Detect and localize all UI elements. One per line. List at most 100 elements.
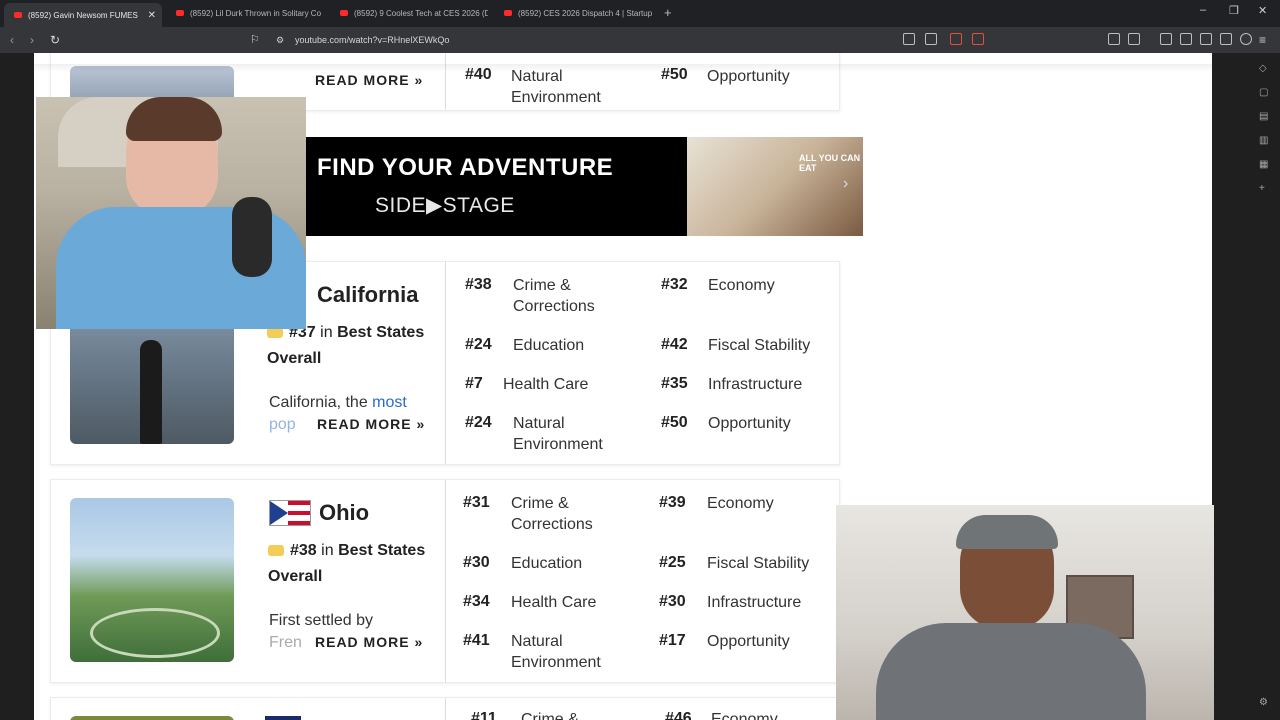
stat-label: Fiscal Stability (708, 337, 811, 354)
tab-group-icon[interactable] (1200, 33, 1212, 45)
sidebar-add-icon[interactable]: + (1259, 183, 1265, 194)
wallet-icon[interactable] (1128, 33, 1140, 45)
sidebar-notes-icon[interactable]: ▥ (1259, 135, 1268, 146)
sidebar-reader-icon[interactable]: ▤ (1259, 111, 1268, 122)
person-silhouette (140, 340, 162, 444)
rank-in: in (320, 324, 333, 341)
stat-label: Crime & Corrections (511, 495, 593, 533)
vpn-icon[interactable] (1240, 33, 1252, 45)
divider (445, 54, 446, 110)
stat-rank: #30 (463, 554, 490, 571)
stat-label: Opportunity (707, 633, 790, 650)
medal-icon (268, 545, 284, 557)
stat-label: Crime & (521, 711, 579, 720)
ad-photo-caption: ALL YOU CAN EAT (799, 153, 861, 173)
extension-icon[interactable] (950, 33, 962, 45)
back-icon[interactable]: ‹ (10, 33, 14, 47)
blurb-fade: Fren (269, 634, 302, 651)
sidebar-tool-icon[interactable]: ◇ (1259, 63, 1267, 74)
stat-rank: #32 (661, 276, 688, 293)
read-more-link[interactable]: READ MORE » (313, 416, 426, 432)
state-photo (70, 716, 234, 720)
stat-label: Fiscal Stability (707, 555, 810, 572)
stat-label: Natural Environment (511, 68, 601, 106)
ai-icon[interactable] (1220, 33, 1232, 45)
ohio-photo (70, 498, 234, 662)
stat-rank: #7 (465, 375, 483, 392)
stat-rank: #50 (661, 414, 688, 431)
ad-banner[interactable]: FIND YOUR ADVENTURE SIDE▶STAGE ALL YOU C… (235, 137, 863, 236)
youtube-icon (14, 12, 22, 18)
stat-rank: #11 (471, 710, 497, 720)
read-more-link[interactable]: READ MORE » (311, 634, 424, 650)
url-field[interactable]: youtube.com/watch?v=RHnelXEWkQo (295, 35, 449, 45)
bookmark-icon[interactable]: ⚐ (250, 33, 260, 46)
forward-icon[interactable]: › (30, 33, 34, 47)
screenshot-icon[interactable] (903, 33, 915, 45)
youtube-icon (340, 10, 348, 16)
sidebar-settings-icon[interactable]: ⚙ (1259, 697, 1268, 708)
close-window-icon[interactable]: ✕ (1258, 4, 1267, 17)
ad-title: FIND YOUR ADVENTURE (317, 154, 614, 181)
minimize-icon[interactable]: – (1200, 4, 1206, 16)
stat-label: Economy (711, 711, 778, 720)
sidebar-wallet-icon[interactable]: ▢ (1259, 87, 1268, 98)
stat-rank: #41 (463, 632, 490, 649)
state-name[interactable]: Ohio (319, 500, 369, 526)
state-flag-icon (265, 716, 301, 720)
stat-rank: #17 (659, 632, 686, 649)
ad-brand-logo: SIDE▶STAGE (375, 194, 515, 217)
sidebar-icon[interactable] (1180, 33, 1192, 45)
microphone (232, 197, 272, 277)
maximize-icon[interactable]: ❐ (1229, 4, 1239, 17)
ad-photo: ALL YOU CAN EAT (687, 137, 863, 236)
ad-next-arrow-icon[interactable]: › (843, 175, 848, 193)
tab-title: (8592) 9 Coolest Tech at CES 2026 (D (354, 8, 488, 18)
grey-hoodie (876, 623, 1146, 720)
new-tab-button[interactable]: + (664, 5, 672, 20)
blurb-link[interactable]: most (372, 394, 407, 411)
host-cap (956, 515, 1058, 549)
browser-sidebar: ◇ ▢ ▤ ▥ ▦ + ⚙ (1212, 53, 1280, 720)
music-icon[interactable] (1160, 33, 1172, 45)
close-tab-icon[interactable]: ✕ (148, 10, 156, 21)
divider (445, 480, 446, 682)
reload-icon[interactable]: ↻ (50, 33, 60, 47)
blurb-text: First settled by (269, 612, 374, 629)
stat-rank: #25 (659, 554, 686, 571)
tab-ces-dispatch[interactable]: (8592) CES 2026 Dispatch 4 | Startup (494, 3, 656, 23)
tab-ces-coolest-tech[interactable]: (8592) 9 Coolest Tech at CES 2026 (D (330, 3, 488, 23)
stat-label: Infrastructure (708, 376, 803, 393)
host-webcam (836, 505, 1214, 720)
blurb-fade: pop (269, 416, 296, 433)
stat-rank: #35 (661, 375, 688, 392)
menu-icon[interactable]: ≡ (1259, 33, 1266, 47)
stat-rank: #34 (463, 593, 490, 610)
streamer-webcam (36, 97, 306, 329)
stat-label: Natural Environment (511, 633, 601, 671)
stat-rank: #24 (465, 336, 492, 353)
state-card-partial-bottom: #11 Crime & #46 Economy (50, 697, 840, 720)
stat-label: Health Care (503, 376, 589, 393)
extensions-icon[interactable] (1108, 33, 1120, 45)
stat-label: Economy (708, 277, 775, 294)
share-icon[interactable] (925, 33, 937, 45)
streamer-hair (126, 97, 222, 141)
tab-gavin-newsom[interactable]: (8592) Gavin Newsom FUMES ✕ (4, 3, 162, 27)
ohio-flag-icon (269, 500, 311, 526)
stat-rank: #38 (465, 276, 492, 293)
state-name[interactable]: California (317, 282, 418, 308)
tab-lil-durk[interactable]: (8592) Lil Durk Thrown in Solitary Co (166, 3, 324, 23)
alert-extension-icon[interactable] (972, 33, 984, 45)
read-more-link[interactable]: READ MORE » (311, 72, 424, 88)
stat-label: Education (511, 555, 583, 572)
stat-label: Economy (707, 495, 774, 512)
site-info-icon[interactable]: ⚙ (276, 35, 284, 46)
youtube-icon (176, 10, 184, 16)
sidebar-history-icon[interactable]: ▦ (1259, 159, 1268, 170)
stat-label: Infrastructure (707, 594, 802, 611)
rank-number: #38 (290, 542, 317, 559)
stat-rank: #46 (665, 710, 692, 720)
tab-title: (8592) Gavin Newsom FUMES (28, 10, 138, 20)
tab-title: (8592) Lil Durk Thrown in Solitary Co (190, 8, 322, 18)
